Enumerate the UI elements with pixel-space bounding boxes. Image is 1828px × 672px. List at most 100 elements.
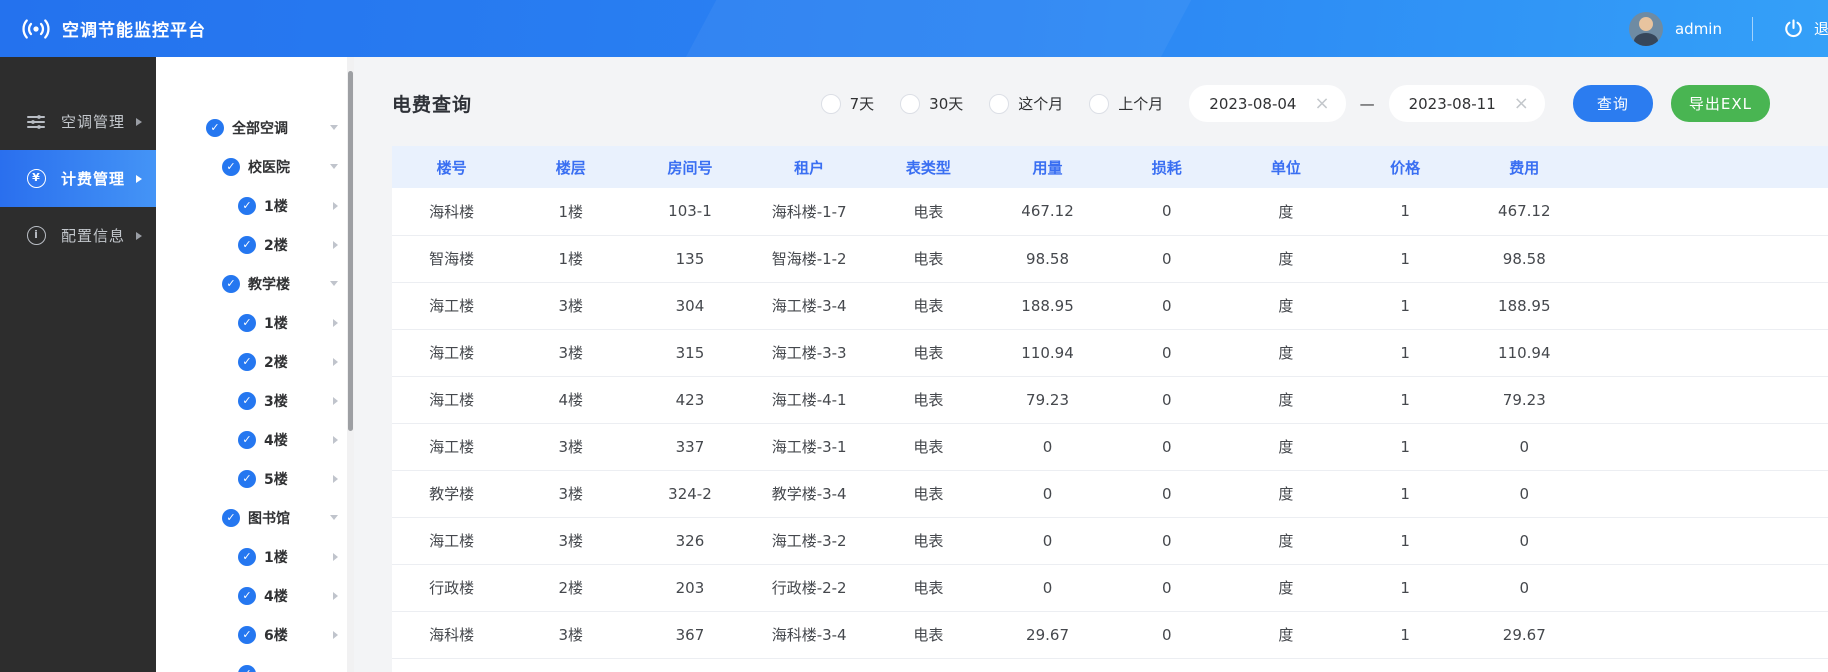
tree-item[interactable]: 校医院 xyxy=(156,147,354,186)
table-cell: 智海楼 xyxy=(392,235,511,282)
chevron-right-icon[interactable] xyxy=(333,202,338,210)
chevron-right-icon[interactable] xyxy=(333,241,338,249)
table-row[interactable]: 海科楼1楼103-1海科楼-1-7电表467.120度1467.12 xyxy=(392,188,1828,235)
table-cell: 467.12 xyxy=(1465,188,1584,235)
table-cell: 4楼 xyxy=(511,376,630,423)
tree-item[interactable]: 全部空调 xyxy=(156,108,354,147)
user-avatar[interactable] xyxy=(1629,12,1663,46)
end-date-picker[interactable]: 2023-08-11 xyxy=(1389,85,1545,122)
quick-range-option[interactable]: 30天 xyxy=(900,93,963,114)
table-cell: 0 xyxy=(1107,329,1226,376)
tree-item[interactable]: 2楼 xyxy=(156,225,354,264)
radio-icon[interactable] xyxy=(900,94,920,114)
sidebar-item-ac-management[interactable]: 空调管理 xyxy=(0,93,156,150)
checkbox-checked-icon[interactable] xyxy=(238,392,256,410)
table-row[interactable]: 海工楼4楼423海工楼-4-1电表79.230度179.23 xyxy=(392,376,1828,423)
checkbox-checked-icon[interactable] xyxy=(206,119,224,137)
table-cell: 110.94 xyxy=(988,329,1107,376)
chevron-right-icon[interactable] xyxy=(333,436,338,444)
tree-scrollbar[interactable] xyxy=(347,57,354,672)
table-row[interactable]: 海工楼3楼304海工楼-3-4电表188.950度1188.95 xyxy=(392,282,1828,329)
radio-icon[interactable] xyxy=(821,94,841,114)
table-cell: 337 xyxy=(630,423,749,470)
table-cell: 103-1 xyxy=(630,188,749,235)
quick-range-option[interactable]: 7天 xyxy=(821,93,875,114)
table-cell: 0 xyxy=(1465,517,1584,564)
tree-item[interactable]: 图书馆 xyxy=(156,498,354,537)
checkbox-checked-icon[interactable] xyxy=(238,197,256,215)
tree-item-label: 1楼 xyxy=(264,313,288,333)
clear-end-date-icon[interactable] xyxy=(1514,95,1529,113)
chevron-right-icon[interactable] xyxy=(333,358,338,366)
table-cell: 电表 xyxy=(869,235,988,282)
table-row[interactable]: 海工楼3楼326海工楼-3-2电表00度10 xyxy=(392,517,1828,564)
tree-item[interactable]: 2楼 xyxy=(156,342,354,381)
chevron-right-icon xyxy=(136,118,142,126)
radio-icon[interactable] xyxy=(1089,94,1109,114)
tree-item[interactable]: 1楼 xyxy=(156,186,354,225)
checkbox-checked-icon[interactable] xyxy=(238,431,256,449)
chevron-down-icon[interactable] xyxy=(330,515,338,520)
sidebar-item-billing-management[interactable]: ¥ 计费管理 xyxy=(0,150,156,207)
chevron-right-icon[interactable] xyxy=(333,553,338,561)
chevron-down-icon[interactable] xyxy=(330,164,338,169)
tree-item[interactable]: 教学楼 xyxy=(156,264,354,303)
clear-start-date-icon[interactable] xyxy=(1314,95,1329,113)
table-cell: 度 xyxy=(1226,329,1345,376)
tree-item[interactable]: 1楼 xyxy=(156,303,354,342)
table-cell: 0 xyxy=(1465,564,1584,611)
checkbox-checked-icon[interactable] xyxy=(222,275,240,293)
chevron-right-icon[interactable] xyxy=(333,397,338,405)
tree-item[interactable]: 1楼 xyxy=(156,537,354,576)
username[interactable]: admin xyxy=(1675,20,1722,38)
table-cell: 度 xyxy=(1226,517,1345,564)
table-row[interactable]: 教学楼3楼324-2教学楼-3-4电表00度10 xyxy=(392,470,1828,517)
checkbox-checked-icon[interactable] xyxy=(238,353,256,371)
table-cell: 电表 xyxy=(869,376,988,423)
table-cell: 29.67 xyxy=(1465,611,1584,658)
tree-item[interactable]: 4楼 xyxy=(156,420,354,459)
checkbox-checked-icon[interactable] xyxy=(238,470,256,488)
tree-item[interactable] xyxy=(156,654,354,672)
checkbox-checked-icon[interactable] xyxy=(238,314,256,332)
tree-item[interactable]: 3楼 xyxy=(156,381,354,420)
topbar: 空调节能监控平台 admin 退出 xyxy=(0,0,1828,57)
table-row[interactable]: 海工楼3楼337海工楼-3-1电表00度10 xyxy=(392,423,1828,470)
checkbox-checked-icon[interactable] xyxy=(238,665,256,672)
checkbox-checked-icon[interactable] xyxy=(222,509,240,527)
table-row[interactable]: 行政楼2楼203行政楼-2-2电表00度10 xyxy=(392,564,1828,611)
scrollbar-thumb[interactable] xyxy=(348,71,353,431)
tree-item-label: 全部空调 xyxy=(232,118,288,138)
tree-item[interactable]: 4楼 xyxy=(156,576,354,615)
power-icon[interactable] xyxy=(1783,18,1804,39)
checkbox-checked-icon[interactable] xyxy=(222,158,240,176)
table-row[interactable]: 智海楼1楼135智海楼-1-2电表98.580度198.58 xyxy=(392,235,1828,282)
chevron-down-icon[interactable] xyxy=(330,125,338,130)
chevron-right-icon[interactable] xyxy=(333,475,338,483)
checkbox-checked-icon[interactable] xyxy=(238,587,256,605)
chevron-down-icon[interactable] xyxy=(330,281,338,286)
logout-button[interactable]: 退出 xyxy=(1814,18,1828,39)
sidebar-item-config-info[interactable]: i 配置信息 xyxy=(0,207,156,264)
tree-item[interactable]: 6楼 xyxy=(156,615,354,654)
checkbox-checked-icon[interactable] xyxy=(238,626,256,644)
table-cell: 0 xyxy=(1107,282,1226,329)
checkbox-checked-icon[interactable] xyxy=(238,548,256,566)
radio-icon[interactable] xyxy=(989,94,1009,114)
chevron-right-icon[interactable] xyxy=(333,319,338,327)
table-row[interactable]: 海工楼3楼315海工楼-3-3电表110.940度1110.94 xyxy=(392,329,1828,376)
tree-item-label: 3楼 xyxy=(264,391,288,411)
query-button[interactable]: 查询 xyxy=(1573,85,1653,122)
start-date-picker[interactable]: 2023-08-04 xyxy=(1189,85,1345,122)
table-row[interactable]: 海科楼3楼367海科楼-3-4电表29.670度129.67 xyxy=(392,611,1828,658)
checkbox-checked-icon[interactable] xyxy=(238,236,256,254)
quick-range-option[interactable]: 这个月 xyxy=(989,93,1063,114)
export-excel-button[interactable]: 导出EXL xyxy=(1671,85,1770,122)
date-range-dash xyxy=(1360,95,1375,113)
quick-range-option[interactable]: 上个月 xyxy=(1089,93,1163,114)
table-cell-spacer xyxy=(1584,564,1828,611)
table-cell: 2楼 xyxy=(511,564,630,611)
chevron-right-icon[interactable] xyxy=(333,631,338,639)
chevron-right-icon[interactable] xyxy=(333,592,338,600)
tree-item[interactable]: 5楼 xyxy=(156,459,354,498)
